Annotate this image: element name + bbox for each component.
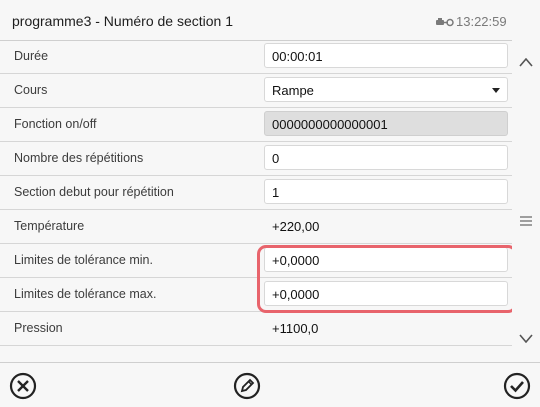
row-label: Fonction on/off	[14, 117, 97, 131]
dropdown-caret-icon	[492, 88, 500, 93]
fonction-onoff-field[interactable]: 0000000000000001	[264, 111, 508, 136]
row-section-debut[interactable]: Section debut pour répétition 1	[0, 176, 512, 210]
clock-network-icon	[436, 15, 454, 29]
checkmark-icon[interactable]	[502, 371, 532, 401]
nombre-repetitions-field[interactable]: 0	[264, 145, 508, 170]
clock-time: 13:22:59	[456, 14, 507, 29]
field-value: 0	[272, 151, 280, 166]
field-value: 0000000000000001	[272, 117, 388, 132]
edit-pencil-icon[interactable]	[232, 371, 262, 401]
chevron-up-icon[interactable]	[519, 54, 533, 72]
section-debut-field[interactable]: 1	[264, 179, 508, 204]
row-fonction-onoff[interactable]: Fonction on/off 0000000000000001	[0, 108, 512, 142]
menu-icon[interactable]	[520, 213, 532, 231]
footer-bar	[0, 362, 540, 407]
row-label: Limites de tolérance max.	[14, 287, 157, 301]
scrollbar[interactable]	[512, 40, 540, 362]
field-value: Rampe	[272, 83, 314, 98]
row-label: Température	[14, 219, 85, 233]
row-label: Pression	[14, 321, 63, 335]
page-title: programme3 - Numéro de section 1	[12, 13, 233, 29]
row-label: Section debut pour répétition	[14, 185, 174, 199]
duree-field[interactable]: 00:00:01	[264, 43, 508, 68]
cours-select[interactable]: Rampe	[264, 77, 508, 102]
field-value: +1100,0	[272, 321, 319, 336]
row-duree[interactable]: Durée 00:00:01	[0, 40, 512, 74]
row-label: Nombre des répétitions	[14, 151, 144, 165]
temperature-field[interactable]: +220,00	[264, 213, 508, 238]
row-temperature[interactable]: Température +220,00	[0, 210, 512, 244]
row-nombre-repetitions[interactable]: Nombre des répétitions 0	[0, 142, 512, 176]
chevron-down-icon[interactable]	[519, 330, 533, 348]
row-label: Cours	[14, 83, 48, 97]
program-section-screen: programme3 - Numéro de section 1 13:22:5…	[0, 0, 540, 407]
field-value: 00:00:01	[272, 49, 323, 64]
row-label: Limites de tolérance min.	[14, 253, 153, 267]
header-bar: programme3 - Numéro de section 1 13:22:5…	[0, 0, 540, 41]
tolerance-highlight-frame	[257, 245, 517, 313]
row-label: Durée	[14, 49, 49, 63]
field-value: +220,00	[272, 219, 320, 234]
row-pression[interactable]: Pression +1100,0	[0, 312, 512, 346]
cancel-icon[interactable]	[8, 371, 38, 401]
pression-field[interactable]: +1100,0	[264, 315, 508, 340]
row-cours[interactable]: Cours Rampe	[0, 74, 512, 108]
field-value: 1	[272, 185, 280, 200]
